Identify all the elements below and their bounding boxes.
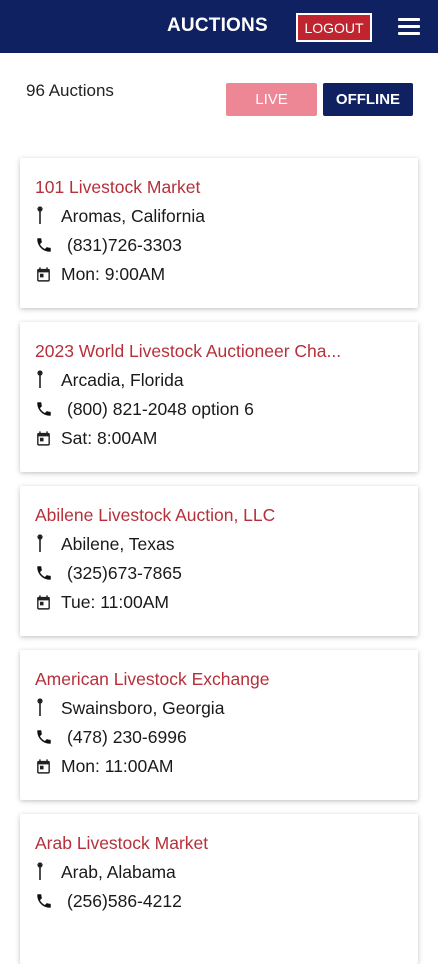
phone-text[interactable]: (325)673-7865 [67,563,182,584]
live-filter-button[interactable]: LIVE [226,83,317,116]
pin-icon [35,861,57,883]
location-text: Abilene, Texas [61,533,175,554]
schedule-text: Tue: 11:00AM [61,591,169,612]
auction-count: 96 Auctions [26,81,114,100]
pin-icon [35,369,57,391]
phone-text[interactable]: (831)726-3303 [67,235,182,256]
phone-row[interactable]: (800) 821-2048 option 6 [35,398,254,420]
phone-row[interactable]: (325)673-7865 [35,562,182,584]
auction-name[interactable]: Abilene Livestock Auction, LLC [35,505,395,526]
phone-row[interactable]: (256)586-4212 [35,890,182,912]
auction-name[interactable]: American Livestock Exchange [35,669,395,690]
auction-card[interactable]: American Livestock Exchange Swainsboro, … [20,650,418,800]
location-text: Aromas, California [61,205,205,226]
phone-icon [35,234,57,256]
location-row: Arcadia, Florida [35,369,184,391]
pin-icon [35,205,57,227]
phone-row[interactable]: (831)726-3303 [35,234,182,256]
location-text: Arcadia, Florida [61,369,184,390]
auction-name[interactable]: 101 Livestock Market [35,177,395,198]
auction-name[interactable]: 2023 World Livestock Auctioneer Cha... [35,341,395,362]
top-app-bar: AUCTIONS LOGOUT [0,0,438,53]
auction-card[interactable]: Abilene Livestock Auction, LLC Abilene, … [20,486,418,636]
phone-icon [35,890,57,912]
auction-card[interactable]: 2023 World Livestock Auctioneer Cha... A… [20,322,418,472]
pin-icon [35,533,57,555]
location-text: Swainsboro, Georgia [61,697,225,718]
auction-card[interactable]: 101 Livestock Market Aromas, California … [20,158,418,308]
phone-row[interactable]: (478) 230-6996 [35,726,187,748]
phone-text[interactable]: (800) 821-2048 option 6 [67,399,254,420]
auction-name[interactable]: Arab Livestock Market [35,833,395,854]
location-row: Swainsboro, Georgia [35,697,224,719]
location-row: Aromas, California [35,205,205,227]
logout-button[interactable]: LOGOUT [296,13,372,42]
schedule-row: Sat: 8:00AM [35,427,157,449]
page-title: AUCTIONS [167,15,268,36]
hamburger-menu-icon[interactable] [398,18,420,35]
phone-icon [35,726,57,748]
schedule-row: Tue: 11:00AM [35,591,169,613]
calendar-icon [35,755,57,777]
phone-text[interactable]: (256)586-4212 [67,891,182,912]
phone-icon [35,398,57,420]
schedule-row: Mon: 11:00AM [35,755,174,777]
calendar-icon [35,427,57,449]
phone-icon [35,562,57,584]
offline-filter-button[interactable]: OFFLINE [323,83,413,116]
schedule-text: Sat: 8:00AM [61,427,158,448]
location-text: Arab, Alabama [61,861,176,882]
location-row: Arab, Alabama [35,861,176,883]
location-row: Abilene, Texas [35,533,175,555]
auction-card[interactable]: Arab Livestock Market Arab, Alabama (256… [20,814,418,964]
phone-text[interactable]: (478) 230-6996 [67,727,187,748]
schedule-text: Mon: 11:00AM [61,755,174,776]
schedule-row: Mon: 9:00AM [35,263,165,285]
calendar-icon [35,591,57,613]
pin-icon [35,697,57,719]
schedule-text: Mon: 9:00AM [61,263,166,284]
calendar-icon [35,263,57,285]
